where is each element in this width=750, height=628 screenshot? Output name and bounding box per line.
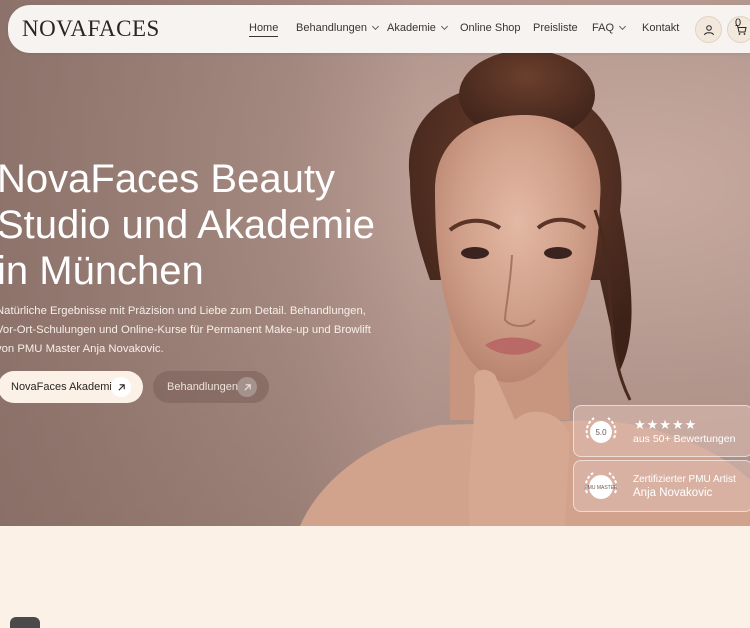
hero-title-line-1: NovaFaces Beauty (0, 157, 335, 201)
top-navigation: NOVAFACES Home Behandlungen Akademie Onl… (8, 5, 750, 53)
rating-badge: 5.0 ★★★★★ aus 50+ Bewertungen (573, 405, 750, 457)
nav-item-label: Akademie (387, 22, 436, 34)
laurel-seal-icon: 5.0 (585, 417, 617, 443)
hero-title-line-2: Studio und Akademie (0, 203, 376, 247)
rating-seal-value: 5.0 (595, 428, 607, 437)
nav-item-kontakt[interactable]: Kontakt (642, 22, 679, 34)
academy-button[interactable]: NovaFaces Akademie (0, 371, 143, 403)
nav-item-label: Online Shop (460, 22, 521, 34)
certified-line-1: Zertifizierter PMU Artist (633, 474, 736, 485)
hero-title-line-3: in München (0, 249, 204, 293)
next-section (0, 526, 750, 628)
cart-count: 0 (735, 17, 742, 29)
nav-item-label: FAQ (592, 22, 615, 34)
chevron-down-icon (618, 22, 627, 31)
nav-item-label: Behandlungen (296, 22, 367, 34)
rating-text: aus 50+ Bewertungen (633, 433, 736, 445)
nav-item-behandlungen[interactable]: Behandlungen (296, 22, 380, 34)
logo[interactable]: NOVAFACES (22, 16, 160, 42)
arrow-up-right-icon (111, 377, 131, 397)
rating-stars: ★★★★★ (634, 417, 698, 432)
hero-section: NovaFaces Beauty Studio und Akademie in … (0, 0, 750, 526)
academy-button-label: NovaFaces Akademie (11, 381, 118, 393)
nav-item-label: Home (249, 22, 279, 37)
nav-item-label: Kontakt (642, 22, 680, 34)
arrow-up-right-icon (237, 377, 257, 397)
account-button[interactable] (695, 16, 722, 43)
nav-item-faq[interactable]: FAQ (592, 22, 627, 34)
certified-badge: PMU MASTER Zertifizierter PMU Artist Anj… (573, 460, 750, 512)
chat-widget-button[interactable] (10, 617, 40, 628)
treatments-button[interactable]: Behandlungen (153, 371, 269, 403)
chevron-down-icon (440, 22, 448, 31)
nav-item-preisliste[interactable]: Preisliste (533, 22, 578, 34)
user-icon (703, 24, 714, 35)
pmu-master-seal-icon: PMU MASTER (584, 472, 618, 499)
certified-seal-text: PMU MASTER (584, 485, 618, 491)
nav-item-label: Preisliste (533, 22, 578, 34)
nav-item-home[interactable]: Home (249, 22, 279, 37)
hero-subtitle: Natürliche Ergebnisse mit Präzision und … (0, 305, 371, 355)
treatments-button-label: Behandlungen (167, 381, 238, 393)
nav-item-online-shop[interactable]: Online Shop (460, 22, 521, 34)
hero-title: NovaFaces Beauty Studio und Akademie in … (0, 156, 377, 294)
chevron-down-icon (371, 22, 380, 31)
certified-line-2: Anja Novakovic (633, 487, 713, 499)
nav-item-akademie[interactable]: Akademie (387, 22, 448, 34)
